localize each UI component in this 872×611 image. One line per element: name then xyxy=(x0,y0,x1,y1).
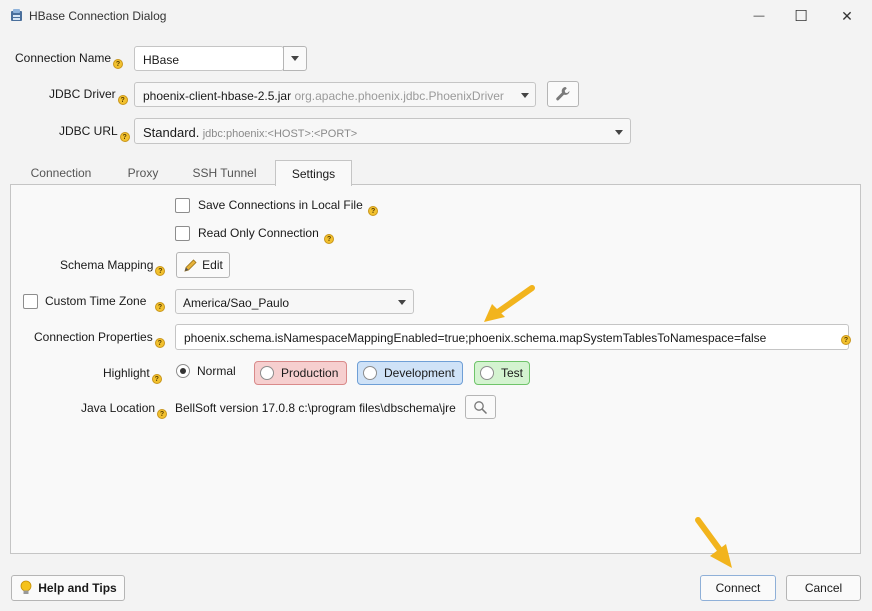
connection-name-input[interactable]: HBase xyxy=(134,46,284,71)
jdbc-driver-class: org.apache.phoenix.jdbc.PhoenixDriver xyxy=(294,89,504,103)
close-icon: ✕ xyxy=(841,7,853,24)
jdbc-url-label-text: JDBC URL xyxy=(59,124,118,138)
window-title: HBase Connection Dialog xyxy=(29,9,167,23)
jdbc-url-type: Standard. xyxy=(143,125,200,140)
radio-selected-icon xyxy=(176,364,190,378)
maximize-button[interactable]: ☐ xyxy=(778,0,824,32)
custom-time-zone-label-text: Custom Time Zone xyxy=(45,294,147,308)
read-only-label: Read Only Connection ? xyxy=(198,226,335,244)
schema-mapping-label-text: Schema Mapping xyxy=(60,258,154,272)
radio-icon xyxy=(363,366,377,380)
highlight-test-option[interactable]: Test xyxy=(474,361,530,385)
highlight-test-label: Test xyxy=(501,366,524,380)
save-connections-label-text: Save Connections in Local File xyxy=(198,198,363,212)
help-and-tips-button[interactable]: Help and Tips xyxy=(11,575,125,601)
edit-button-label: Edit xyxy=(202,258,223,272)
highlight-development-option[interactable]: Development xyxy=(357,361,463,385)
jdbc-url-select[interactable]: Standard. jdbc:phoenix:<HOST>:<PORT> xyxy=(134,118,631,144)
help-icon[interactable]: ? xyxy=(119,132,130,142)
help-icon[interactable]: ? xyxy=(324,234,335,244)
read-only-checkbox[interactable] xyxy=(175,226,190,241)
maximize-icon: ☐ xyxy=(794,8,808,25)
radio-icon xyxy=(480,366,494,380)
connection-properties-label-text: Connection Properties xyxy=(34,330,153,344)
time-zone-value: America/Sao_Paulo xyxy=(183,296,290,310)
minimize-button[interactable]: — xyxy=(736,0,782,32)
edit-schema-mapping-button[interactable]: Edit xyxy=(176,252,230,278)
radio-icon xyxy=(260,366,274,380)
highlight-label-text: Highlight xyxy=(103,366,150,380)
help-icon[interactable]: ? xyxy=(154,338,165,348)
connection-name-value: HBase xyxy=(143,53,180,67)
jdbc-driver-label: JDBC Driver? xyxy=(49,87,128,105)
pencil-icon xyxy=(184,258,197,272)
save-connections-checkbox[interactable] xyxy=(175,198,190,213)
java-location-value: BellSoft version 17.0.8 c:\program files… xyxy=(175,401,456,415)
chevron-down-icon xyxy=(398,300,406,305)
custom-time-zone-label: Custom Time Zone ? xyxy=(45,294,166,312)
read-only-label-text: Read Only Connection xyxy=(198,226,319,240)
jdbc-driver-label-text: JDBC Driver xyxy=(49,87,116,101)
help-and-tips-label: Help and Tips xyxy=(38,581,117,595)
chevron-down-icon xyxy=(291,56,299,61)
help-icon[interactable]: ? xyxy=(117,95,128,105)
schema-mapping-label: Schema Mapping? xyxy=(60,258,166,276)
highlight-production-label: Production xyxy=(281,366,339,380)
jdbc-driver-jar: phoenix-client-hbase-2.5.jar xyxy=(143,89,292,103)
arrow-annotation xyxy=(695,517,732,568)
jdbc-url-template: jdbc:phoenix:<HOST>:<PORT> xyxy=(202,128,358,140)
java-location-label: Java Location? xyxy=(81,401,168,419)
help-icon[interactable]: ? xyxy=(157,409,168,419)
chevron-down-icon xyxy=(615,130,623,135)
help-icon[interactable]: ? xyxy=(151,374,162,384)
close-button[interactable]: ✕ xyxy=(824,0,870,32)
browse-java-button[interactable] xyxy=(465,395,496,419)
connection-properties-label: Connection Properties? xyxy=(34,330,165,348)
help-icon[interactable]: ? xyxy=(155,302,166,312)
chevron-down-icon xyxy=(521,93,529,98)
connection-properties-value: phoenix.schema.isNamespaceMappingEnabled… xyxy=(184,331,767,345)
wrench-icon xyxy=(556,87,570,101)
tab-settings[interactable]: Settings xyxy=(275,160,352,186)
jdbc-driver-select[interactable]: phoenix-client-hbase-2.5.jar org.apache.… xyxy=(134,82,536,107)
arrow-annotation xyxy=(484,285,535,322)
cancel-button[interactable]: Cancel xyxy=(786,575,861,601)
app-icon xyxy=(11,9,22,21)
highlight-development-label: Development xyxy=(384,366,455,380)
highlight-label: Highlight? xyxy=(103,366,162,384)
jdbc-url-label: JDBC URL? xyxy=(59,124,130,142)
connection-name-dropdown-button[interactable] xyxy=(283,46,307,71)
help-icon[interactable]: ? xyxy=(368,206,379,216)
connection-name-label: Connection Name? xyxy=(15,51,124,69)
custom-time-zone-checkbox[interactable] xyxy=(23,294,38,309)
highlight-normal-label: Normal xyxy=(197,364,236,378)
time-zone-select[interactable]: America/Sao_Paulo xyxy=(175,289,414,314)
driver-settings-button[interactable] xyxy=(547,81,579,107)
java-location-label-text: Java Location xyxy=(81,401,156,415)
tab-proxy[interactable]: Proxy xyxy=(113,160,173,185)
minimize-icon: — xyxy=(753,10,765,22)
connect-label: Connect xyxy=(715,581,761,595)
tab-connection[interactable]: Connection xyxy=(18,160,104,185)
highlight-production-option[interactable]: Production xyxy=(254,361,347,385)
tab-ssh-tunnel[interactable]: SSH Tunnel xyxy=(182,160,267,185)
highlight-normal-option[interactable]: Normal xyxy=(176,364,236,378)
help-icon[interactable]: ? xyxy=(113,59,124,69)
connection-name-label-text: Connection Name xyxy=(15,51,112,65)
lightbulb-icon xyxy=(20,580,32,594)
help-icon[interactable]: ? xyxy=(841,335,851,345)
cancel-label: Cancel xyxy=(804,581,843,595)
help-icon[interactable]: ? xyxy=(155,266,166,276)
save-connections-label: Save Connections in Local File ? xyxy=(198,198,379,216)
search-icon xyxy=(474,400,488,414)
connect-button[interactable]: Connect xyxy=(700,575,776,601)
